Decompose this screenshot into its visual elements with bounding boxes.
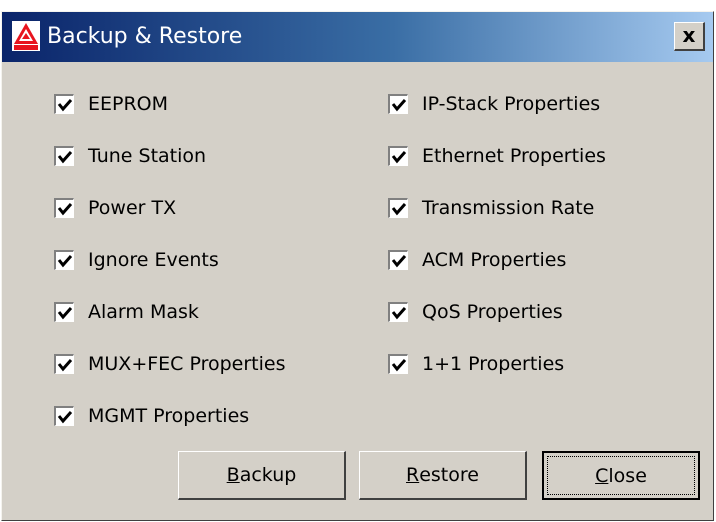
checkbox-box[interactable]	[54, 94, 74, 114]
backup-mnemonic: B	[226, 464, 240, 486]
check-icon	[57, 203, 73, 216]
checkbox-label: IP-Stack Properties	[422, 93, 601, 115]
backup-restore-dialog: Backup & Restore x EEPROM Tune Station P…	[1, 11, 714, 521]
check-icon	[391, 151, 407, 164]
check-icon	[57, 99, 73, 112]
checkbox-label: Ethernet Properties	[422, 145, 606, 167]
red-triangle-logo-icon	[12, 21, 40, 51]
checkbox-box[interactable]	[54, 146, 74, 166]
checkbox-label: Transmission Rate	[422, 197, 595, 219]
checkbox-box[interactable]	[388, 302, 408, 322]
close-button[interactable]: Close	[542, 451, 700, 500]
checkbox-1plus1-properties[interactable]: 1+1 Properties	[388, 351, 564, 377]
checkbox-label: MUX+FEC Properties	[88, 353, 286, 375]
backup-label-rest: ackup	[239, 464, 297, 486]
checkbox-box[interactable]	[54, 250, 74, 270]
checkbox-ip-stack-properties[interactable]: IP-Stack Properties	[388, 91, 600, 117]
checkbox-tune-station[interactable]: Tune Station	[54, 143, 206, 169]
checkbox-label: 1+1 Properties	[422, 353, 565, 375]
check-icon	[391, 99, 407, 112]
check-icon	[57, 359, 73, 372]
checkbox-eeprom[interactable]: EEPROM	[54, 91, 168, 117]
checkbox-box[interactable]	[388, 250, 408, 270]
check-icon	[57, 151, 73, 164]
restore-label-rest: estore	[419, 464, 479, 486]
checkbox-qos-properties[interactable]: QoS Properties	[388, 299, 563, 325]
checkbox-label: Ignore Events	[88, 249, 219, 271]
check-icon	[57, 411, 73, 424]
checkbox-box[interactable]	[54, 302, 74, 322]
checkbox-mgmt-properties[interactable]: MGMT Properties	[54, 403, 249, 429]
checkbox-box[interactable]	[54, 198, 74, 218]
checkbox-alarm-mask[interactable]: Alarm Mask	[54, 299, 199, 325]
check-icon	[391, 203, 407, 216]
check-icon	[391, 255, 407, 268]
title-bar[interactable]: Backup & Restore x	[2, 12, 713, 62]
check-icon	[391, 307, 407, 320]
checkbox-acm-properties[interactable]: ACM Properties	[388, 247, 566, 273]
check-icon	[57, 307, 73, 320]
check-icon	[57, 255, 73, 268]
backup-button[interactable]: Backup	[178, 451, 346, 500]
close-icon[interactable]: x	[674, 22, 705, 51]
checkbox-ignore-events[interactable]: Ignore Events	[54, 247, 219, 273]
checkbox-box[interactable]	[54, 354, 74, 374]
checkbox-label: Tune Station	[88, 145, 207, 167]
focus-rectangle	[547, 456, 695, 495]
checkbox-box[interactable]	[388, 146, 408, 166]
checkbox-label: MGMT Properties	[88, 405, 250, 427]
checkbox-label: QoS Properties	[422, 301, 563, 323]
checkbox-label: Power TX	[88, 197, 177, 219]
dialog-title: Backup & Restore	[47, 24, 243, 49]
checkbox-box[interactable]	[388, 198, 408, 218]
checkbox-ethernet-properties[interactable]: Ethernet Properties	[388, 143, 606, 169]
restore-button[interactable]: Restore	[359, 451, 527, 500]
checkbox-power-tx[interactable]: Power TX	[54, 195, 176, 221]
check-icon	[391, 359, 407, 372]
checkbox-box[interactable]	[388, 94, 408, 114]
checkbox-mux-fec-properties[interactable]: MUX+FEC Properties	[54, 351, 286, 377]
checkbox-box[interactable]	[54, 406, 74, 426]
checkbox-label: ACM Properties	[422, 249, 567, 271]
checkbox-label: EEPROM	[88, 93, 169, 115]
checkbox-transmission-rate[interactable]: Transmission Rate	[388, 195, 594, 221]
restore-mnemonic: R	[406, 464, 420, 486]
checkbox-label: Alarm Mask	[88, 301, 199, 323]
checkbox-box[interactable]	[388, 354, 408, 374]
